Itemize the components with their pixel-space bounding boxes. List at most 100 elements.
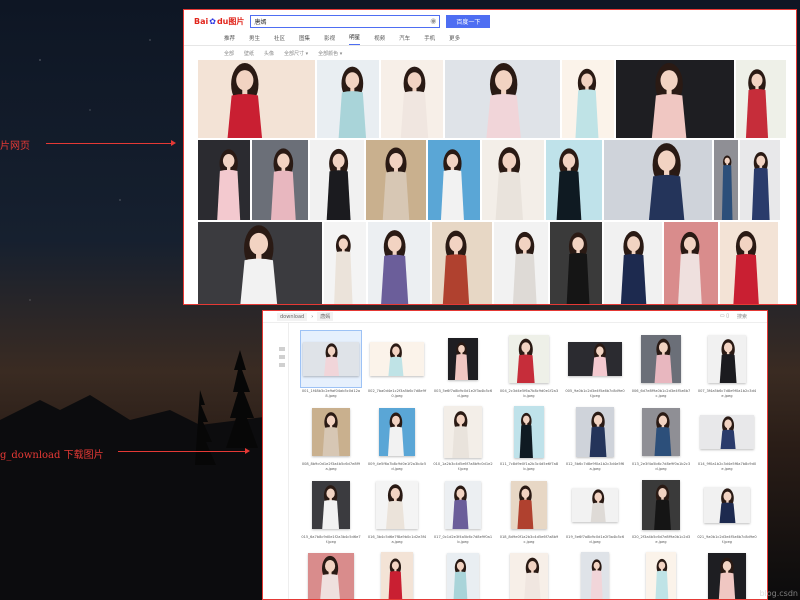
baidu-logo[interactable]: Bai ✿ du 图片 [194, 16, 244, 27]
file-preview-image [697, 331, 757, 387]
image-results-row [184, 222, 796, 304]
search-input[interactable]: 唐嫣 ◉ [250, 14, 441, 28]
tab-item[interactable]: 男生 [249, 34, 260, 45]
file-thumbnail[interactable]: 020_2f3a4b5c6d7e8f9a0b1c2d3e.jpeg [629, 477, 693, 544]
tab-item[interactable]: 社区 [274, 34, 285, 45]
file-thumbnail[interactable]: 010_1a2b3c4d5e6f7a8b9c0d1e2f.jpeg [431, 404, 495, 471]
image-result-thumbnail[interactable] [740, 140, 780, 220]
file-thumbnail[interactable]: 024_0d1e2f3a4b5c6d7e8f9a0b1c.jpeg [431, 550, 495, 599]
image-result-thumbnail[interactable] [616, 60, 734, 138]
image-result-thumbnail[interactable] [366, 140, 426, 220]
image-result-thumbnail[interactable] [317, 60, 379, 138]
filter-option[interactable]: 全部 [224, 50, 234, 57]
view-toggle-icon[interactable]: ▭ ▯ [720, 313, 729, 320]
file-thumbnail[interactable]: 009_4e5f6a7b8c9d0e1f2a3b4c5d.jpeg [365, 404, 429, 471]
file-thumbnail[interactable]: 015_6a7b8c9d0e1f2a3b4c5d6e7f.jpeg [299, 477, 363, 544]
file-thumbnail[interactable]: 011_7c8d9e0f1a2b3c4d5e6f7a8b.jpeg [497, 404, 561, 471]
annotation-webpage-label: 片网页 [0, 141, 30, 152]
image-result-thumbnail[interactable] [604, 140, 712, 220]
image-result-thumbnail[interactable] [198, 222, 322, 304]
image-result-thumbnail[interactable] [482, 140, 544, 220]
tab-item[interactable]: 汽车 [399, 34, 410, 45]
annotation-arrow-download [118, 448, 250, 454]
file-thumbnail[interactable]: 022_6b7c8d9e0f1a2b3c4d5e6f7a.jpeg [299, 550, 363, 599]
image-result-thumbnail[interactable] [604, 222, 662, 304]
file-name-label: 003_5e6f7a8b9c0d1e2f3a4b5c6d.jpeg [433, 389, 493, 398]
image-result-thumbnail[interactable] [198, 60, 315, 138]
folder-search-input[interactable]: 搜索 [737, 313, 747, 320]
breadcrumb-download[interactable]: download [277, 312, 308, 321]
image-result-thumbnail[interactable] [720, 222, 778, 304]
file-name-label: 010_1a2b3c4d5e6f7a8b9c0d1e2f.jpeg [433, 462, 493, 471]
file-name-label: 015_6a7b8c9d0e1f2a3b4c5d6e7f.jpeg [301, 535, 361, 544]
search-button[interactable]: 百度一下 [446, 14, 491, 28]
file-preview-image [300, 330, 362, 388]
image-result-thumbnail[interactable] [664, 222, 718, 304]
filter-option[interactable]: 壁纸 [244, 50, 254, 57]
file-thumbnail[interactable]: 013_2e3f4a5b6c7d8e9f0a1b2c3d.jpeg [629, 404, 693, 471]
image-result-thumbnail[interactable] [546, 140, 602, 220]
file-thumbnail[interactable]: 021_9a0b1c2d3e4f5a6b7c8d9e0f.jpeg [695, 477, 759, 544]
file-thumbnail[interactable]: 019_5e6f7a8b9c0d1e2f3a4b5c6d.jpeg [563, 477, 627, 544]
image-result-thumbnail[interactable] [736, 60, 786, 138]
file-thumbnail[interactable]: 014_9f0a1b2c3d4e5f6a7b8c9d0e.jpeg [695, 404, 759, 471]
file-preview-image [499, 404, 559, 460]
file-name-label: 020_2f3a4b5c6d7e8f9a0b1c2d3e.jpeg [631, 535, 691, 544]
file-thumbnail[interactable]: 016_3b4c5d6e7f8a9b0c1d2e3f4a.jpeg [365, 477, 429, 544]
file-thumbnail[interactable]: 004_2c3d4e5f6a7b8c9d0e1f2a3b.jpeg [497, 331, 561, 398]
paw-icon: ✿ [209, 16, 216, 26]
image-result-thumbnail[interactable] [432, 222, 492, 304]
image-result-thumbnail[interactable] [310, 140, 364, 220]
tab-item[interactable]: 视频 [374, 34, 385, 45]
image-result-thumbnail[interactable] [381, 60, 443, 138]
file-thumbnail[interactable]: 017_0c1d2e3f4a5b6c7d8e9f0a1b.jpeg [431, 477, 495, 544]
tab-item[interactable]: 影视 [324, 34, 335, 45]
tab-item[interactable]: 图集 [299, 34, 310, 45]
file-thumbnail[interactable]: 012_5b6c7d8e9f0a1b2c3d4e5f6a.jpeg [563, 404, 627, 471]
file-name-label: 004_2c3d4e5f6a7b8c9d0e1f2a3b.jpeg [499, 389, 559, 398]
image-result-thumbnail[interactable] [198, 140, 250, 220]
tab-item[interactable]: 手机 [424, 34, 435, 45]
tab-item[interactable]: 推荐 [224, 34, 235, 45]
file-thumbnail[interactable]: 007_3f4a5b6c7d8e9f0a1b2c3d4e.jpeg [695, 331, 759, 398]
file-thumbnail[interactable]: 028_8b9c0d1e2f3a4b5c6d7e8f9a.jpeg [695, 550, 759, 599]
annotation-arrow-webpage [46, 140, 176, 146]
tab-item[interactable]: 明星 [349, 33, 361, 45]
file-thumbnail[interactable]: 027_1a2b3c4d5e6f7a8b9c0d1e2f.jpeg [629, 550, 693, 599]
file-thumbnail[interactable]: 008_8b9c0d1e2f3a4b5c6d7e8f9a.jpeg [299, 404, 363, 471]
file-name-label: 017_0c1d2e3f4a5b6c7d8e9f0a1b.jpeg [433, 535, 493, 544]
sidebar-item[interactable] [279, 355, 285, 359]
image-result-thumbnail[interactable] [494, 222, 548, 304]
image-result-thumbnail[interactable] [368, 222, 430, 304]
file-name-label: 013_2e3f4a5b6c7d8e9f0a1b2c3d.jpeg [631, 462, 691, 471]
image-result-thumbnail[interactable] [445, 60, 560, 138]
image-result-thumbnail[interactable] [252, 140, 308, 220]
file-preview-image [433, 404, 493, 460]
file-thumbnail[interactable]: 018_8d9e0f1a2b3c4d5e6f7a8b9c.jpeg [497, 477, 561, 544]
file-preview-image [367, 404, 427, 460]
image-result-thumbnail[interactable] [428, 140, 480, 220]
filter-option[interactable]: 头像 [264, 50, 274, 57]
sidebar-item[interactable] [279, 347, 285, 351]
image-result-thumbnail[interactable] [714, 140, 738, 220]
search-tabs: 推荐 男生 社区 图集 影视 明星 视频 汽车 手机 更多 [184, 32, 796, 46]
image-result-thumbnail[interactable] [562, 60, 614, 138]
filter-option[interactable]: 全部颜色 ▾ [318, 50, 342, 57]
filter-option[interactable]: 全部尺寸 ▾ [284, 50, 308, 57]
image-result-thumbnail[interactable] [550, 222, 602, 304]
camera-icon[interactable]: ◉ [430, 17, 436, 25]
sidebar-item[interactable] [279, 363, 285, 367]
file-thumbnail[interactable]: 003_5e6f7a8b9c0d1e2f3a4b5c6d.jpeg [431, 331, 495, 398]
file-thumbnail[interactable]: 023_3c4d5e6f7a8b9c0d1e2f3a4b.jpeg [365, 550, 429, 599]
file-thumbnail[interactable]: 025_7e8f9a0b1c2d3e4f5a6b7c8d.jpeg [497, 550, 561, 599]
file-thumbnail[interactable]: 026_4f5a6b7c8d9e0f1a2b3c4d5e.jpeg [563, 550, 627, 599]
file-thumbnail[interactable]: 006_6d7e8f9a0b1c2d3e4f5a6b7c.jpeg [629, 331, 693, 398]
file-thumbnail[interactable]: 002_7ba0d4e1c2f3a5b6c7d8e9f0.jpeg [365, 331, 429, 398]
image-result-thumbnail[interactable] [324, 222, 366, 304]
file-name-label: 007_3f4a5b6c7d8e9f0a1b2c3d4e.jpeg [697, 389, 757, 398]
file-thumbnail[interactable]: 005_9a0b1c2d3e4f5a6b7c8d9e0f.jpeg [563, 331, 627, 398]
breadcrumb-subfolder[interactable]: 唐嫣 [317, 312, 334, 321]
file-preview-image [301, 550, 361, 599]
tab-item[interactable]: 更多 [449, 34, 460, 45]
file-thumbnail[interactable]: 001_1f48b3c2e9af04ab5c0d12a8.jpeg [299, 330, 363, 398]
